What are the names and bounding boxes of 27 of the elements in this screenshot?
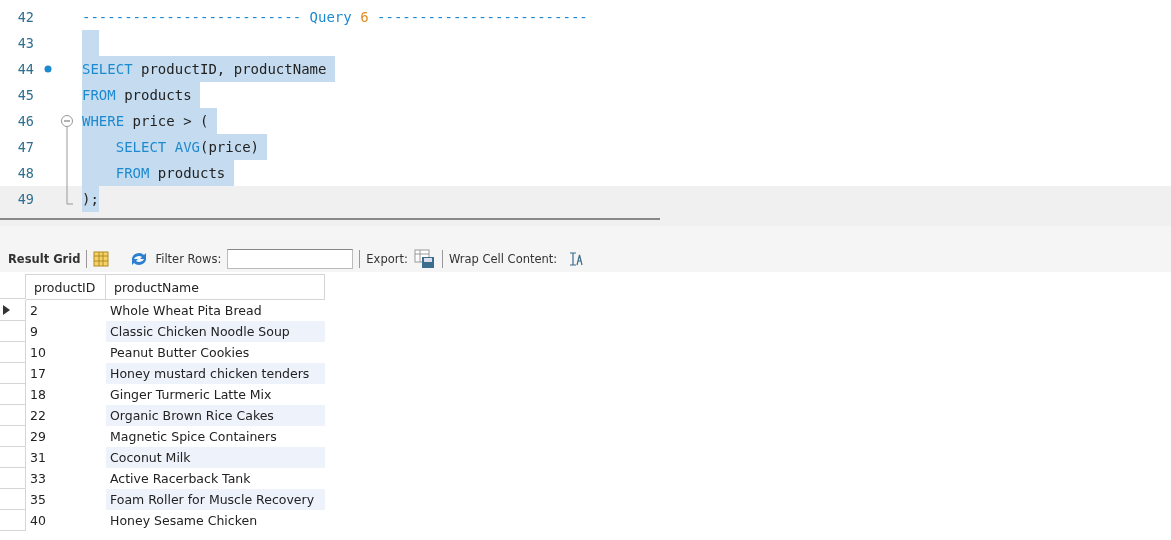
filter-rows-label: Filter Rows: bbox=[155, 252, 222, 266]
column-header[interactable]: productName bbox=[106, 274, 325, 300]
wrap-cell-content-label: Wrap Cell Content: bbox=[448, 252, 558, 266]
breakpoint-dot-icon bbox=[44, 65, 52, 73]
filter-rows-field[interactable] bbox=[227, 249, 354, 269]
grid-view-icon[interactable] bbox=[93, 251, 110, 267]
current-row-icon bbox=[3, 305, 10, 315]
code-line: -------------------------- Query 6 ------------------------- bbox=[82, 8, 588, 27]
result-grid-label: Result Grid bbox=[8, 252, 81, 266]
line-number: 47 bbox=[16, 139, 34, 155]
line-number: 42 bbox=[16, 9, 34, 25]
line-number: 48 bbox=[16, 165, 34, 181]
line-number: 46 bbox=[16, 113, 34, 129]
scrollbar-thumb[interactable] bbox=[0, 218, 660, 220]
table-cell: Classic Chicken Noodle Soup bbox=[106, 321, 325, 342]
line-number: 45 bbox=[16, 87, 34, 103]
line-number: 44 bbox=[16, 61, 34, 77]
line-number: 43 bbox=[16, 35, 34, 51]
table-cell: Foam Roller for Muscle Recovery bbox=[106, 489, 325, 510]
line-number: 49 bbox=[16, 191, 34, 207]
table-cell: Coconut Milk bbox=[106, 447, 325, 468]
column-header[interactable]: productID bbox=[26, 274, 106, 300]
table-cell: Honey mustard chicken tenders bbox=[106, 363, 325, 384]
table-cell: Organic Brown Rice Cakes bbox=[106, 405, 325, 426]
export-icon[interactable] bbox=[413, 249, 436, 269]
export-label: Export: bbox=[366, 252, 408, 266]
wrap-text-icon[interactable] bbox=[569, 251, 584, 267]
